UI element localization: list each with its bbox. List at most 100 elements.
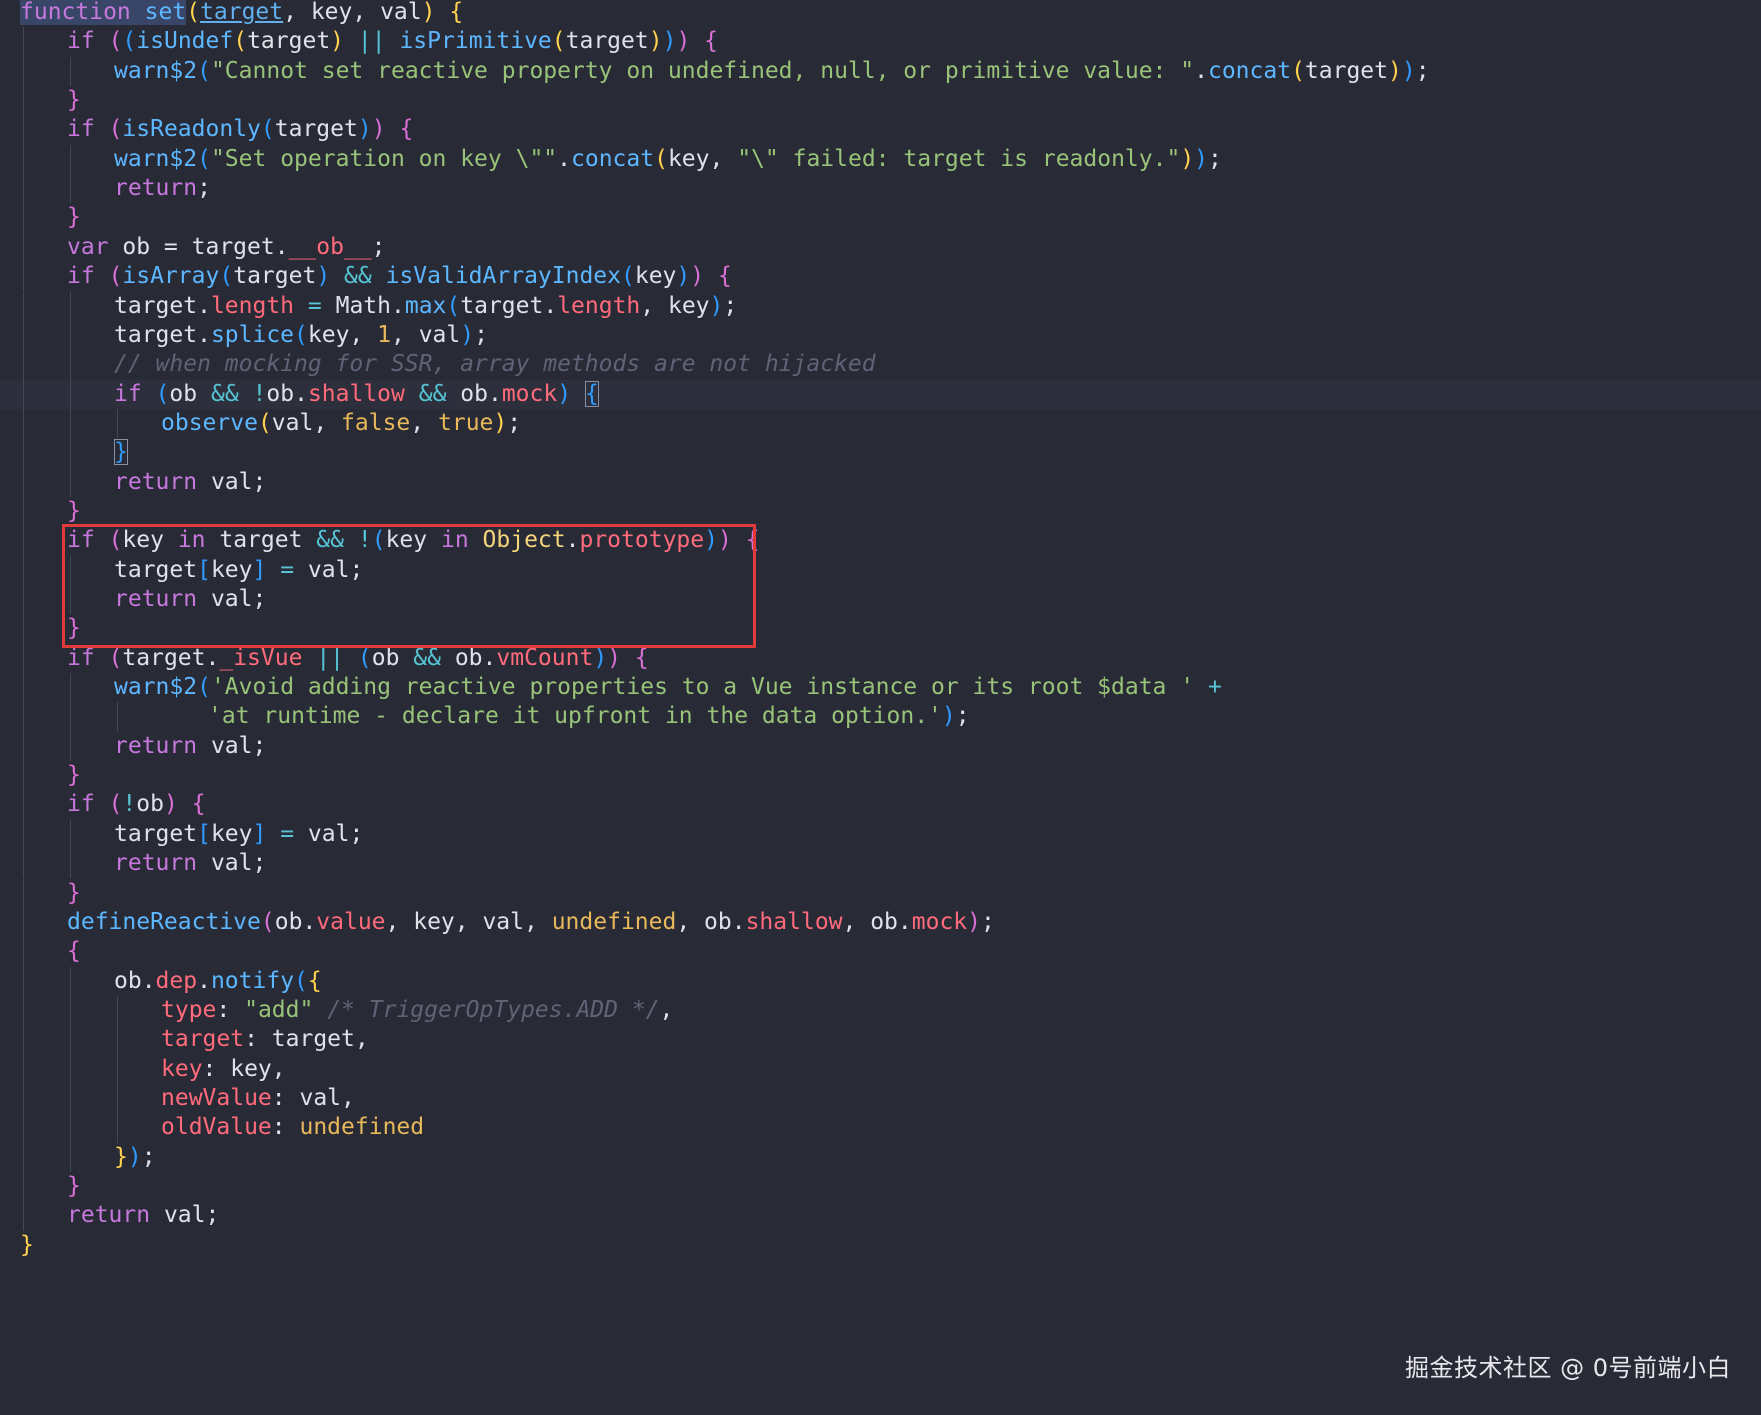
- code-token: ): [662, 28, 677, 55]
- code-token: (: [197, 57, 211, 84]
- code-line[interactable]: defineReactive(ob.value, key, val, undef…: [0, 907, 1761, 938]
- code-token: &&: [210, 380, 239, 407]
- code-token: : val,: [271, 1084, 355, 1111]
- code-line[interactable]: newValue: val,: [0, 1083, 1761, 1114]
- code-text: return val;: [67, 1201, 219, 1230]
- code-line[interactable]: return val;: [0, 849, 1761, 879]
- indent-guide: [117, 702, 118, 732]
- code-line[interactable]: type: "add" /* TriggerOpTypes.ADD */,: [0, 995, 1761, 1026]
- code-token: (: [654, 145, 668, 172]
- code-line[interactable]: });: [0, 1142, 1761, 1172]
- code-line[interactable]: if (!ob) {: [0, 790, 1761, 820]
- code-line[interactable]: 'at runtime - declare it upfront in the …: [0, 702, 1761, 732]
- code-line[interactable]: observe(val, false, true);: [0, 408, 1761, 439]
- code-token: , ob.: [842, 908, 912, 935]
- code-token: isValidArrayIndex: [385, 263, 621, 290]
- code-token: concat: [571, 145, 655, 172]
- code-text: 'at runtime - declare it upfront in the …: [208, 702, 970, 731]
- indent-guide: [23, 614, 24, 644]
- code-token: {: [704, 28, 719, 55]
- code-token: target: [565, 28, 649, 55]
- code-token: , key, val: [283, 0, 422, 25]
- code-line[interactable]: return val;: [0, 731, 1761, 762]
- code-line[interactable]: target.length = Math.max(target.length, …: [0, 291, 1761, 321]
- code-line[interactable]: warn$2("Cannot set reactive property on …: [0, 56, 1761, 87]
- code-line[interactable]: warn$2("Set operation on key \"".concat(…: [0, 144, 1761, 175]
- code-token: ): [1401, 57, 1416, 84]
- code-token: key: [210, 820, 253, 847]
- code-token: &&: [344, 263, 372, 290]
- indent-guide: [23, 144, 24, 175]
- code-token: true: [438, 409, 494, 436]
- code-token: (: [186, 0, 201, 25]
- indent-guide: [23, 673, 24, 703]
- code-line[interactable]: return val;: [0, 1201, 1761, 1231]
- code-line[interactable]: warn$2('Avoid adding reactive properties…: [0, 673, 1761, 703]
- indent-guide: [23, 262, 24, 292]
- code-line[interactable]: key: key,: [0, 1054, 1761, 1084]
- code-token: (: [294, 321, 308, 348]
- code-line[interactable]: function set(target, key, val) {: [0, 0, 1761, 27]
- code-token: defineReactive: [67, 908, 261, 935]
- code-token: ;: [141, 1143, 156, 1170]
- code-token: return: [114, 850, 198, 877]
- code-token: {: [67, 938, 81, 965]
- code-token: , key, val,: [385, 908, 552, 935]
- code-line[interactable]: return;: [0, 174, 1761, 204]
- code-line[interactable]: }: [0, 86, 1761, 116]
- code-token: isPrimitive: [399, 28, 552, 55]
- code-line[interactable]: }: [0, 1172, 1761, 1202]
- code-line[interactable]: if (isReadonly(target)) {: [0, 115, 1761, 145]
- code-line[interactable]: {: [0, 937, 1761, 967]
- code-token: length: [210, 292, 295, 319]
- code-line[interactable]: }: [0, 1231, 1761, 1260]
- indent-guide: [70, 702, 71, 732]
- code-line[interactable]: }: [0, 203, 1761, 233]
- code-token: ob: [169, 380, 211, 407]
- code-line[interactable]: if (isArray(target) && isValidArrayIndex…: [0, 262, 1761, 292]
- code-token: set: [144, 0, 187, 25]
- code-line[interactable]: // when mocking for SSR, array methods a…: [0, 350, 1761, 380]
- code-token: }: [67, 879, 81, 906]
- code-line[interactable]: if (target._isVue || (ob && ob.vmCount))…: [0, 643, 1761, 674]
- code-editor[interactable]: function set(target, key, val) {if ((isU…: [0, 0, 1761, 1415]
- code-token: ): [648, 28, 663, 55]
- code-token: (: [621, 263, 635, 290]
- code-line[interactable]: target: target,: [0, 1025, 1761, 1055]
- indent-guide: [23, 1083, 24, 1114]
- code-line[interactable]: target.splice(key, 1, val);: [0, 320, 1761, 351]
- code-token: "\" failed: target is readonly.": [737, 145, 1181, 172]
- code-token: }: [67, 762, 81, 789]
- code-line[interactable]: ob.dep.notify({: [0, 966, 1761, 996]
- code-token: ): [1388, 57, 1402, 84]
- code-line[interactable]: }: [0, 438, 1761, 468]
- code-token: ): [941, 703, 956, 730]
- code-text: if (isReadonly(target)) {: [67, 115, 413, 144]
- indent-guide: [23, 995, 24, 1026]
- code-token: target: [233, 263, 317, 290]
- code-text: warn$2("Set operation on key \"".concat(…: [114, 145, 1222, 174]
- code-text: ob.dep.notify({: [114, 967, 322, 996]
- code-line[interactable]: if (ob && !ob.shallow && ob.mock) {: [0, 379, 1761, 409]
- code-line[interactable]: }: [0, 761, 1761, 791]
- code-token: return: [114, 732, 198, 759]
- code-line[interactable]: oldValue: undefined: [0, 1113, 1761, 1143]
- code-line[interactable]: }: [0, 496, 1761, 527]
- code-token: [: [197, 820, 211, 847]
- code-line[interactable]: if ((isUndef(target) || isPrimitive(targ…: [0, 27, 1761, 57]
- indent-guide: [70, 174, 71, 204]
- code-line[interactable]: return val;: [0, 467, 1761, 497]
- watermark: 掘金技术社区 @ 0号前端小白: [1404, 1354, 1731, 1382]
- code-line[interactable]: var ob = target.__ob__;: [0, 232, 1761, 263]
- code-token: (: [260, 908, 275, 935]
- code-text: }: [67, 86, 81, 115]
- code-text: if (target._isVue || (ob && ob.vmCount))…: [67, 644, 649, 673]
- code-line[interactable]: }: [0, 878, 1761, 908]
- code-token: _isVue: [219, 644, 303, 671]
- code-line[interactable]: target[key] = val;: [0, 819, 1761, 850]
- indent-guide: [70, 1054, 71, 1084]
